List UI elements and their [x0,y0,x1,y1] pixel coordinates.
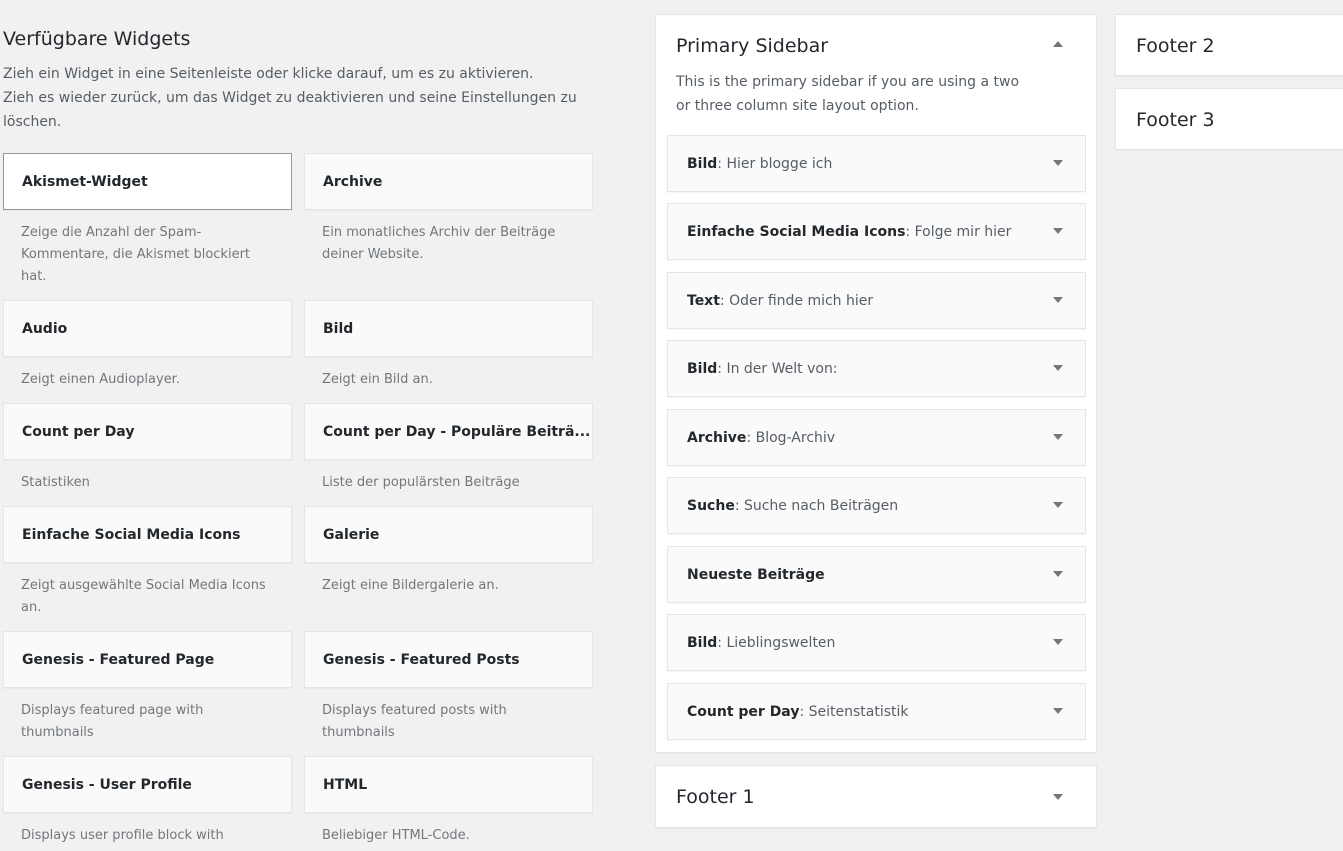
sidebar-widget-name: Bild [687,360,718,377]
available-widgets-panel: Verfügbare Widgets Zieh ein Widget in ei… [3,28,593,134]
expand-arrow-down-icon[interactable] [1053,571,1063,577]
description-line-1: Zieh ein Widget in eine Seitenleiste ode… [3,66,534,82]
widget-description: Liste der populärsten Beiträge [322,475,520,490]
sidebar-widget-title: : Folge mir hier [905,223,1012,240]
widget-audio[interactable]: Audio Zeigt einen Audioplayer. [3,300,292,391]
widget-genesis-user-profile[interactable]: Genesis - User Profile Displays user pro… [3,756,292,847]
footer-3-title[interactable]: Footer 3 [1136,109,1215,131]
widget-count-per-day-popular[interactable]: Count per Day - Populäre Beiträ... Liste… [304,403,593,494]
widget-description: Zeigt ausgewählte Social Media Icons an. [21,578,266,615]
sidebar-widget-social-media-icons[interactable]: Einfache Social Media Icons: Folge mir h… [667,203,1086,260]
widget-title[interactable]: Einfache Social Media Icons [3,506,292,563]
expand-arrow-down-icon[interactable] [1053,794,1063,800]
expand-arrow-down-icon[interactable] [1053,502,1063,508]
widget-genesis-featured-posts[interactable]: Genesis - Featured Posts Displays featur… [304,631,593,744]
widget-galerie[interactable]: Galerie Zeigt eine Bildergalerie an. [304,506,593,597]
widget-genesis-featured-page[interactable]: Genesis - Featured Page Displays feature… [3,631,292,744]
widget-description: Zeigt ein Bild an. [322,372,433,387]
collapse-arrow-up-icon[interactable] [1053,41,1063,47]
sidebar-widget-bild-hier-blogge-ich[interactable]: Bild: Hier blogge ich [667,135,1086,192]
widget-akismet[interactable]: Akismet-Widget Zeige die Anzahl der Spam… [3,153,292,288]
sidebar-widget-title: : Blog-Archiv [746,429,836,446]
sidebar-widget-title: : Lieblingswelten [717,634,836,651]
sidebar-widget-name: Archive [687,429,747,446]
widget-html[interactable]: HTML Beliebiger HTML-Code. [304,756,593,847]
widget-title[interactable]: Genesis - Featured Posts [304,631,593,688]
widget-title[interactable]: Audio [3,300,292,357]
widget-title[interactable]: Bild [304,300,593,357]
expand-arrow-down-icon[interactable] [1053,228,1063,234]
sidebar-widget-bild-lieblingswelten[interactable]: Bild: Lieblingswelten [667,614,1086,671]
sidebar-widget-name: Neueste Beiträge [687,566,825,583]
primary-sidebar-description: This is the primary sidebar if you are u… [676,74,1020,114]
description-line-2: Zieh es wieder zurück, um das Widget zu … [3,90,577,130]
sidebar-widget-title: : Oder finde mich hier [719,292,874,309]
widget-count-per-day[interactable]: Count per Day Statistiken [3,403,292,494]
widget-title[interactable]: Count per Day [3,403,292,460]
widget-description: Zeigt einen Audioplayer. [21,372,180,387]
sidebar-widget-bild-in-der-welt-von[interactable]: Bild: In der Welt von: [667,340,1086,397]
available-widgets-heading: Verfügbare Widgets [3,28,191,50]
widget-description: Statistiken [21,475,90,490]
footer-2-area[interactable]: Footer 2 [1115,14,1343,76]
primary-sidebar-area: Primary Sidebar This is the primary side… [655,14,1097,753]
available-widgets-description: Zieh ein Widget in eine Seitenleiste ode… [3,62,593,134]
widget-description: Ein monatliches Archiv der Beiträge dein… [322,225,556,262]
sidebar-widget-title: : In der Welt von: [717,360,838,377]
widget-title[interactable]: Archive [304,153,593,210]
sidebar-widget-name: Text [687,292,720,309]
widget-title[interactable]: Galerie [304,506,593,563]
sidebar-widget-suche[interactable]: Suche: Suche nach Beiträgen [667,477,1086,534]
footer-1-title[interactable]: Footer 1 [676,786,755,808]
widget-title[interactable]: Genesis - User Profile [3,756,292,813]
expand-arrow-down-icon[interactable] [1053,297,1063,303]
sidebar-widget-title: : Suche nach Beiträgen [734,497,899,514]
sidebar-widget-name: Count per Day [687,703,800,720]
sidebar-widget-archive[interactable]: Archive: Blog-Archiv [667,409,1086,466]
sidebar-widget-title: : Seitenstatistik [799,703,909,720]
sidebar-widget-name: Suche [687,497,735,514]
widget-description: Displays featured page with thumbnails [21,703,204,740]
widget-description: Displays featured posts with thumbnails [322,703,507,740]
primary-sidebar-title[interactable]: Primary Sidebar [676,35,828,57]
sidebar-widget-name: Bild [687,634,718,651]
sidebar-widget-text[interactable]: Text: Oder finde mich hier [667,272,1086,329]
sidebar-widget-title: : Hier blogge ich [717,155,833,172]
widget-description: Zeige die Anzahl der Spam-Kommentare, di… [21,225,251,284]
footer-1-area[interactable]: Footer 1 [655,765,1097,828]
sidebar-widget-count-per-day[interactable]: Count per Day: Seitenstatistik [667,683,1086,740]
expand-arrow-down-icon[interactable] [1053,160,1063,166]
widget-title[interactable]: Akismet-Widget [3,153,292,210]
widget-description: Displays user profile block with [21,828,224,843]
sidebar-widget-name: Einfache Social Media Icons [687,223,906,240]
sidebar-widget-neueste-beitraege[interactable]: Neueste Beiträge [667,546,1086,603]
widget-title[interactable]: HTML [304,756,593,813]
widget-title[interactable]: Count per Day - Populäre Beiträ... [304,403,593,460]
widget-description: Beliebiger HTML-Code. [322,828,470,843]
expand-arrow-down-icon[interactable] [1053,708,1063,714]
expand-arrow-down-icon[interactable] [1053,639,1063,645]
expand-arrow-down-icon[interactable] [1053,365,1063,371]
footer-2-title[interactable]: Footer 2 [1136,35,1215,57]
widget-description: Zeigt eine Bildergalerie an. [322,578,499,593]
widget-social-media-icons[interactable]: Einfache Social Media Icons Zeigt ausgew… [3,506,292,619]
widget-archive[interactable]: Archive Ein monatliches Archiv der Beitr… [304,153,593,266]
footer-3-area[interactable]: Footer 3 [1115,88,1343,150]
widget-title[interactable]: Genesis - Featured Page [3,631,292,688]
widget-bild[interactable]: Bild Zeigt ein Bild an. [304,300,593,391]
sidebar-widget-name: Bild [687,155,718,172]
expand-arrow-down-icon[interactable] [1053,434,1063,440]
